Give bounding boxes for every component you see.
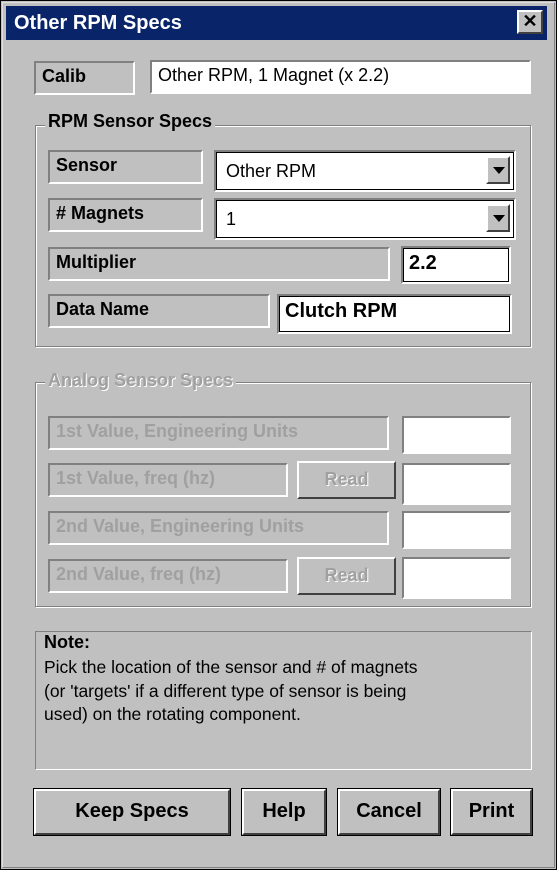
note-title: Note:: [44, 632, 90, 652]
second-freq-field[interactable]: [402, 557, 511, 599]
magnets-select-value: 1: [226, 209, 237, 229]
magnets-select[interactable]: 1: [214, 198, 516, 240]
help-button[interactable]: Help: [241, 788, 327, 836]
first-freq-label: 1st Value, freq (hz): [48, 463, 288, 497]
multiplier-field[interactable]: 2.2: [401, 246, 511, 284]
read-button-1[interactable]: Read: [297, 461, 396, 499]
second-freq-label: 2nd Value, freq (hz): [48, 559, 288, 593]
analog-sensor-group-title: Analog Sensor Specs: [45, 370, 237, 391]
window-title: Other RPM Specs: [14, 12, 182, 34]
close-icon[interactable]: ✕: [517, 10, 543, 34]
second-eng-label: 2nd Value, Engineering Units: [48, 511, 389, 545]
chevron-down-icon[interactable]: [486, 156, 510, 184]
data-name-field[interactable]: Clutch RPM: [277, 294, 512, 334]
note-line-2: (or 'targets' if a different type of sen…: [44, 681, 407, 701]
chevron-down-icon[interactable]: [486, 204, 510, 232]
cancel-button[interactable]: Cancel: [337, 788, 441, 836]
data-name-label: Data Name: [48, 294, 270, 328]
keep-specs-button[interactable]: Keep Specs: [33, 788, 231, 836]
sensor-label: Sensor: [48, 150, 203, 184]
calib-label: Calib: [34, 61, 135, 95]
magnets-label: # Magnets: [48, 198, 203, 232]
sensor-select[interactable]: Other RPM: [214, 150, 516, 192]
first-freq-field[interactable]: [402, 463, 511, 505]
calib-field[interactable]: Other RPM, 1 Magnet (x 2.2): [150, 60, 531, 94]
print-button[interactable]: Print: [450, 788, 533, 836]
multiplier-label: Multiplier: [48, 247, 390, 281]
note-line-3: used) on the rotating component.: [44, 704, 301, 724]
title-bar[interactable]: Other RPM Specs ✕: [6, 6, 547, 40]
first-eng-label: 1st Value, Engineering Units: [48, 416, 389, 450]
sensor-select-value: Other RPM: [226, 161, 317, 181]
first-eng-field[interactable]: [402, 416, 511, 454]
rpm-sensor-group-title: RPM Sensor Specs: [45, 111, 216, 132]
read-button-2[interactable]: Read: [297, 557, 396, 595]
second-eng-field[interactable]: [402, 511, 511, 549]
note-line-1: Pick the location of the sensor and # of…: [44, 657, 418, 677]
